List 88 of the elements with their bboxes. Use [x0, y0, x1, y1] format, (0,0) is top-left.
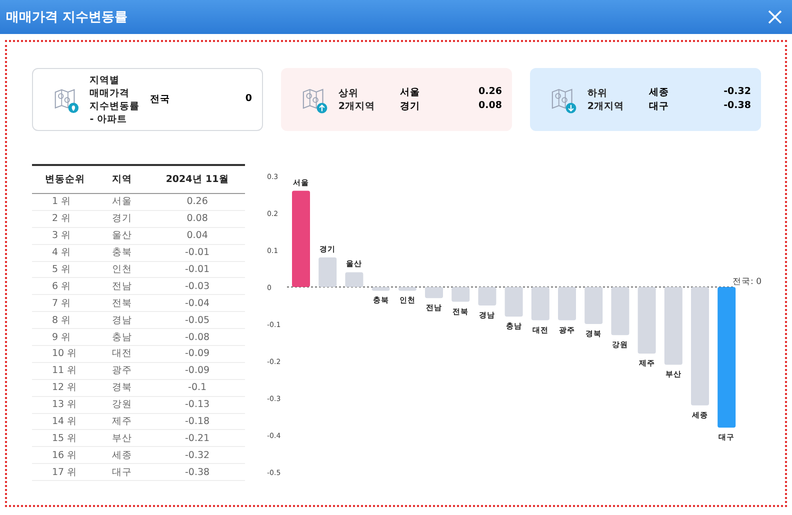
table-cell: -0.01 — [150, 244, 245, 262]
column-header: 변동순위 — [32, 165, 98, 194]
region-name: 경기 — [400, 100, 421, 113]
table-cell: 9 위 — [32, 328, 98, 346]
card-label: 2개지역 — [338, 100, 376, 112]
region-name: 서울 — [400, 86, 421, 99]
table-cell: 울산 — [98, 227, 150, 244]
table-cell: 0.08 — [150, 210, 245, 228]
table-cell: 3 위 — [32, 227, 98, 244]
table-cell: 15 위 — [32, 430, 98, 447]
bar — [345, 272, 364, 287]
table-cell: 5 위 — [32, 261, 98, 278]
annotation-label: 전국: 0 — [732, 277, 762, 287]
card-label: 2개지역 — [587, 100, 626, 112]
region-value: 0.26 — [478, 86, 502, 99]
card-label: 지역별 — [90, 74, 121, 86]
table-cell: 대전 — [98, 346, 150, 362]
table-cell: -0.04 — [150, 294, 245, 312]
table-cell: -0.08 — [150, 328, 245, 346]
table-cell: 인천 — [98, 261, 150, 278]
table-cell: -0.1 — [150, 379, 245, 396]
table-cell: -0.09 — [150, 362, 245, 380]
table-cell: -0.13 — [150, 396, 245, 414]
table-cell: 0.26 — [150, 194, 245, 210]
table-cell: 경남 — [98, 312, 150, 329]
bar — [584, 287, 603, 324]
table-cell: 12 위 — [32, 379, 98, 396]
table-cell: 부산 — [98, 430, 150, 447]
card-label: - 아파트 — [90, 112, 128, 126]
table-cell: -0.21 — [150, 430, 245, 447]
card-label: 상위 — [338, 86, 360, 100]
table-cell: 8 위 — [32, 312, 98, 329]
bar — [478, 287, 496, 306]
bar — [504, 287, 523, 317]
table-cell: 16 위 — [32, 446, 98, 464]
bar — [638, 287, 656, 354]
close-icon[interactable] — [768, 10, 782, 24]
bar — [452, 287, 470, 302]
table-cell: -0.32 — [150, 446, 245, 464]
table-cell: -0.38 — [150, 464, 245, 481]
region-name: 대구 — [649, 100, 670, 113]
bar — [318, 257, 337, 287]
table-cell: -0.05 — [150, 312, 245, 329]
table-cell: 충북 — [98, 244, 150, 262]
table-cell: -0.09 — [150, 346, 245, 362]
table-cell: 6 위 — [32, 278, 98, 295]
table-cell: -0.01 — [150, 261, 245, 278]
table-cell: 7 위 — [32, 294, 98, 312]
window-title: 매매가격 지수변동률 — [6, 9, 128, 26]
bar — [425, 287, 443, 298]
table-cell: 4 위 — [32, 244, 98, 262]
table-cell: -0.03 — [150, 278, 245, 295]
table-cell: 10 위 — [32, 346, 98, 362]
region-value: -0.38 — [722, 100, 751, 113]
table-cell: 광주 — [98, 362, 150, 380]
bar — [398, 287, 416, 291]
table-cell: 경기 — [98, 210, 150, 228]
table-cell: 11 위 — [32, 362, 98, 380]
bar — [611, 287, 630, 336]
table-cell: 2 위 — [32, 210, 98, 228]
table-cell: 1 위 — [32, 194, 98, 210]
table-cell: 강원 — [98, 396, 150, 414]
table-cell: 전남 — [98, 278, 150, 295]
card-label: 하위 — [587, 86, 608, 100]
table-cell: 대구 — [98, 464, 150, 481]
table-cell: -0.18 — [150, 413, 245, 430]
table-cell: 0.04 — [150, 227, 245, 244]
table-cell: 세종 — [98, 446, 150, 464]
table-cell: 충남 — [98, 328, 150, 346]
bar — [372, 287, 390, 291]
region-name: 전국 — [150, 93, 171, 106]
table-cell: 14 위 — [32, 413, 98, 430]
table-cell: 17 위 — [32, 464, 98, 481]
table-cell: 제주 — [98, 413, 150, 430]
region-value: 0 — [244, 93, 252, 106]
region-value: -0.32 — [722, 86, 751, 99]
column-header: 지역 — [98, 165, 150, 194]
region-name: 세종 — [649, 86, 670, 99]
card-label: 지수변동률 — [90, 100, 140, 112]
bar — [558, 287, 576, 320]
column-header: 2024년 11월 — [150, 165, 245, 194]
table-cell: 경북 — [98, 379, 150, 396]
table-cell: 13 위 — [32, 396, 98, 414]
table-cell: 서울 — [98, 194, 150, 210]
card-label: 매매가격 — [90, 86, 131, 100]
table-cell: 전북 — [98, 294, 150, 312]
region-value: 0.08 — [478, 100, 502, 113]
bar — [531, 287, 550, 320]
